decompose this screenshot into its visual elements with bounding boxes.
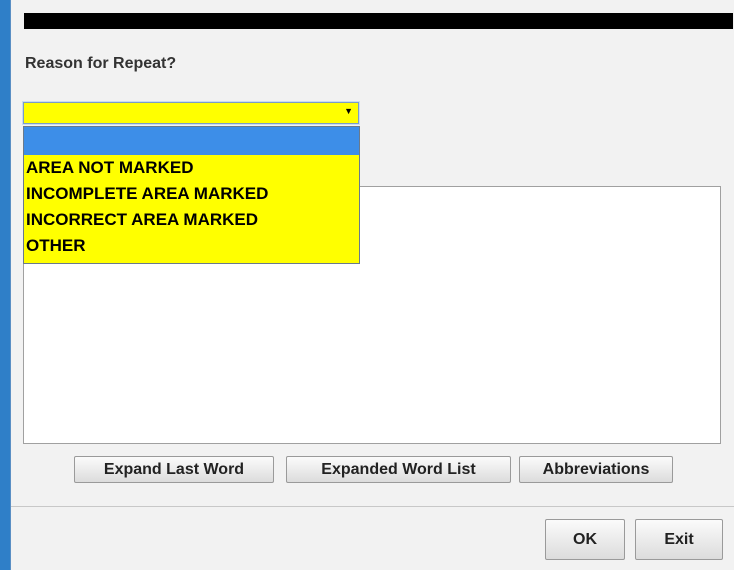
reason-prompt-label: Reason for Repeat? [25, 55, 177, 72]
abbreviations-button[interactable]: Abbreviations [519, 456, 673, 483]
ok-button[interactable]: OK [545, 519, 625, 560]
dropdown-option-incorrect-area-marked[interactable]: INCORRECT AREA MARKED [24, 207, 359, 233]
expand-last-word-button[interactable]: Expand Last Word [74, 456, 274, 483]
dropdown-option-other[interactable]: OTHER [24, 233, 359, 259]
exit-button[interactable]: Exit [635, 519, 723, 560]
reason-dropdown-list: AREA NOT MARKED INCOMPLETE AREA MARKED I… [23, 126, 360, 264]
reason-for-repeat-dialog: Reason for Repeat? ▼ AREA NOT MARKED INC… [10, 0, 734, 570]
dropdown-option-blank[interactable] [24, 127, 359, 155]
reason-select[interactable]: ▼ [23, 102, 359, 124]
dropdown-arrow-icon[interactable]: ▼ [344, 106, 353, 116]
expanded-word-list-button[interactable]: Expanded Word List [286, 456, 511, 483]
title-bar[interactable] [24, 13, 733, 29]
dropdown-option-area-not-marked[interactable]: AREA NOT MARKED [24, 155, 359, 181]
dropdown-option-incomplete-area-marked[interactable]: INCOMPLETE AREA MARKED [24, 181, 359, 207]
footer-divider [11, 506, 734, 507]
